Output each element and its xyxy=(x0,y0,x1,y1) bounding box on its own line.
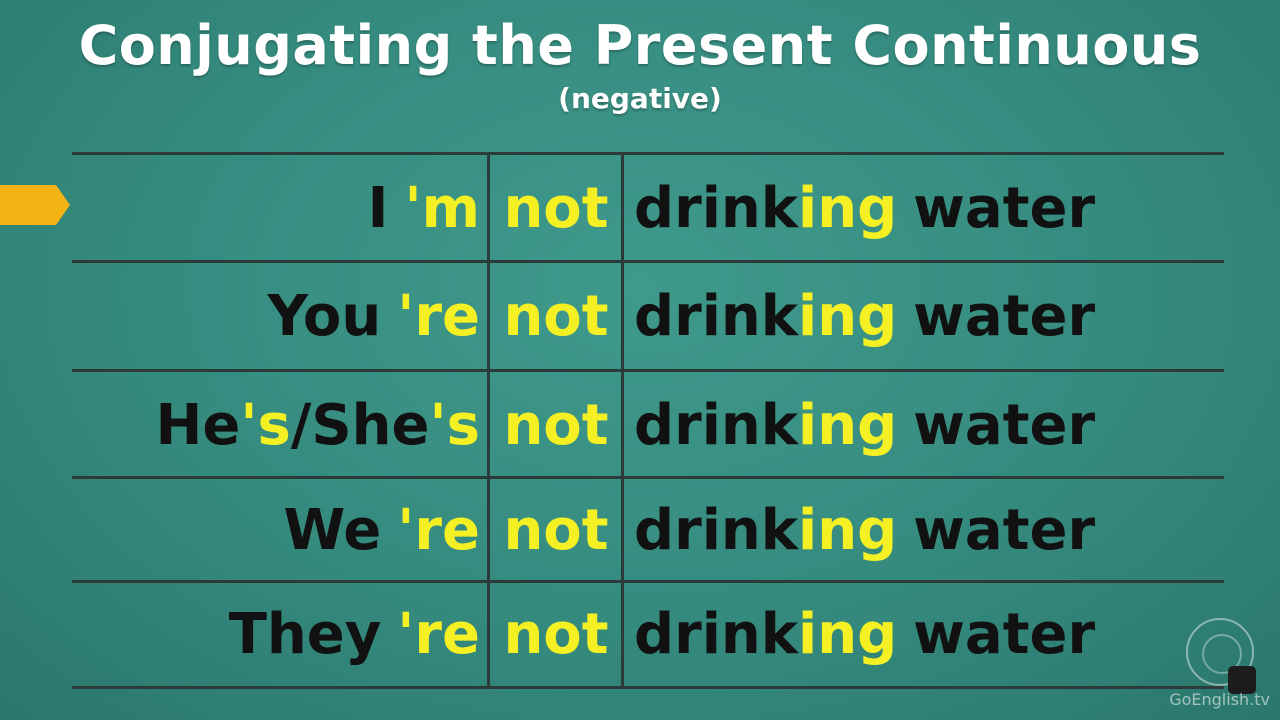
object: water xyxy=(913,283,1096,349)
verb-suffix: ing xyxy=(798,497,898,563)
negation-cell: not xyxy=(490,582,622,686)
verb-cell: drink ing water xyxy=(634,156,1234,260)
subject-cell: I'm xyxy=(80,156,480,260)
conjugation-row: I'm not drink ing water xyxy=(0,156,1280,260)
contraction: 's xyxy=(429,392,480,458)
verb-cell: drink ing water xyxy=(634,582,1234,686)
verb-suffix: ing xyxy=(798,175,898,241)
conjugation-row: They're not drink ing water xyxy=(0,582,1280,686)
subject: We xyxy=(283,497,382,563)
grid-line-2 xyxy=(72,369,1224,372)
object: water xyxy=(913,175,1096,241)
verb-stem: drink xyxy=(634,283,799,349)
negation: not xyxy=(503,392,609,458)
conjugation-row: You're not drink ing water xyxy=(0,264,1280,368)
verb-stem: drink xyxy=(634,392,799,458)
watermark: GoEnglish.tv xyxy=(1169,690,1270,709)
subject: I xyxy=(367,175,389,241)
negation: not xyxy=(503,497,609,563)
subject-cell: You're xyxy=(80,264,481,368)
object: water xyxy=(913,497,1096,563)
grid-line-top xyxy=(72,152,1224,155)
verb-stem: drink xyxy=(634,175,799,241)
negation-cell: not xyxy=(490,478,622,582)
verb-stem: drink xyxy=(634,601,799,667)
grid-line-bottom xyxy=(72,686,1224,689)
subject-she: She xyxy=(311,392,430,458)
subject-cell: He's / She's xyxy=(80,373,480,477)
contraction: 'm xyxy=(404,175,481,241)
subject: You xyxy=(267,283,382,349)
subject-cell: We're xyxy=(80,478,480,582)
contraction: 're xyxy=(397,497,480,563)
verb-suffix: ing xyxy=(798,601,898,667)
page-subtitle: (negative) xyxy=(558,82,722,115)
verb-cell: drink ing water xyxy=(634,373,1234,477)
contraction: 're xyxy=(397,283,480,349)
verb-suffix: ing xyxy=(798,283,898,349)
contraction: 's xyxy=(240,392,291,458)
verb-stem: drink xyxy=(634,497,799,563)
negation-cell: not xyxy=(490,264,622,368)
object: water xyxy=(913,601,1096,667)
conjugation-row: We're not drink ing water xyxy=(0,478,1280,582)
subject: They xyxy=(228,601,382,667)
object: water xyxy=(913,392,1096,458)
negation-cell: not xyxy=(490,373,622,477)
contraction: 're xyxy=(397,601,480,667)
page-title: Conjugating the Present Continuous xyxy=(78,14,1202,77)
slash: / xyxy=(290,392,312,458)
conjugation-row: He's / She's not drink ing water xyxy=(0,373,1280,477)
negation: not xyxy=(503,601,609,667)
subject-he: He xyxy=(155,392,241,458)
negation-cell: not xyxy=(490,156,622,260)
negation: not xyxy=(503,283,609,349)
verb-cell: drink ing water xyxy=(634,264,1234,368)
verb-suffix: ing xyxy=(798,392,898,458)
verb-cell: drink ing water xyxy=(634,478,1234,582)
grid-line-1 xyxy=(72,260,1224,263)
negation: not xyxy=(503,175,609,241)
subject-cell: They're xyxy=(80,582,480,686)
